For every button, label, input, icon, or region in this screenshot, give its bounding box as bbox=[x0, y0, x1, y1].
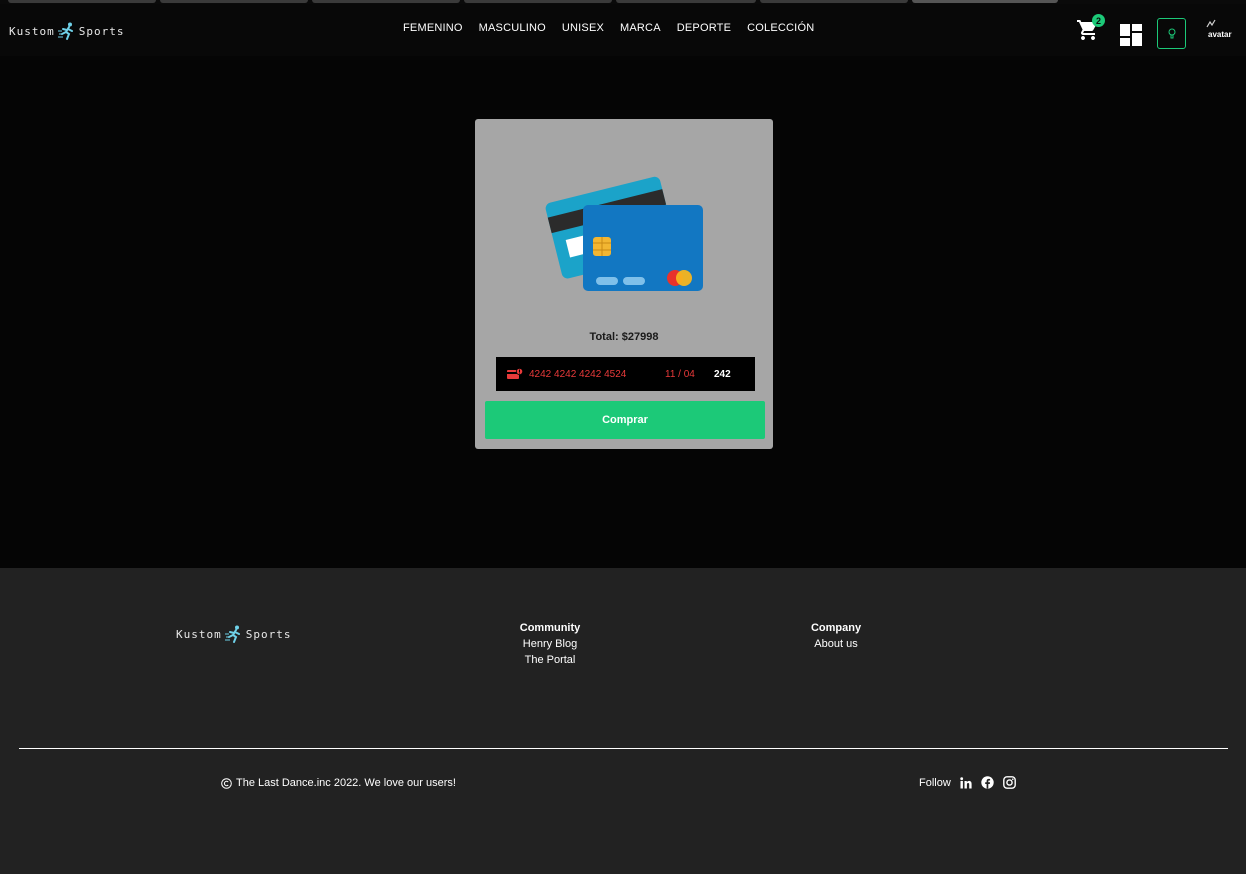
footer-community: Community Henry Blog The Portal bbox=[505, 622, 595, 668]
brand-name-left: Kustom bbox=[9, 24, 55, 38]
instagram-icon bbox=[1002, 776, 1016, 789]
copyright: The Last Dance.inc 2022. We love our use… bbox=[221, 777, 456, 789]
broken-image-icon bbox=[1206, 19, 1216, 28]
follow-section: Follow bbox=[919, 776, 1016, 789]
footer-divider bbox=[19, 748, 1228, 749]
card-expiry-input[interactable]: 11 / 04 bbox=[665, 369, 713, 380]
copyright-icon bbox=[221, 777, 232, 789]
order-total: Total: $27998 bbox=[589, 331, 659, 343]
linkedin-icon bbox=[960, 776, 972, 788]
card-error-icon bbox=[507, 368, 523, 379]
footer-link-henry-blog[interactable]: Henry Blog bbox=[505, 636, 595, 652]
facebook-icon bbox=[981, 776, 994, 789]
brand-logo[interactable]: Kustom Sports bbox=[9, 21, 125, 41]
nav-link-marca[interactable]: MARCA bbox=[620, 22, 661, 34]
buy-button[interactable]: Comprar bbox=[485, 401, 765, 439]
dashboard-button[interactable] bbox=[1120, 24, 1142, 46]
cart-button[interactable]: 2 bbox=[1076, 14, 1105, 44]
nav-link-deporte[interactable]: DEPORTE bbox=[677, 22, 731, 34]
navbar: Kustom Sports FEMENINO MASCULINO UNISEX … bbox=[0, 4, 1246, 56]
facebook-link[interactable] bbox=[981, 776, 994, 789]
user-avatar[interactable]: avatar bbox=[1204, 18, 1236, 42]
footer-link-about-us[interactable]: About us bbox=[795, 636, 877, 652]
linkedin-link[interactable] bbox=[960, 776, 972, 789]
card-number-input[interactable]: 4242 4242 4242 4524 bbox=[529, 369, 659, 380]
runner-icon bbox=[57, 22, 73, 40]
nav-link-femenino[interactable]: FEMENINO bbox=[403, 22, 463, 34]
main-nav: FEMENINO MASCULINO UNISEX MARCA DEPORTE … bbox=[403, 22, 814, 34]
theme-toggle-button[interactable] bbox=[1157, 18, 1186, 49]
nav-link-coleccion[interactable]: COLECCIÓN bbox=[747, 22, 814, 34]
nav-link-masculino[interactable]: MASCULINO bbox=[479, 22, 546, 34]
copyright-text: The Last Dance.inc 2022. We love our use… bbox=[236, 777, 456, 789]
nav-link-unisex[interactable]: UNISEX bbox=[562, 22, 604, 34]
footer-brand-name-left: Kustom bbox=[176, 627, 222, 641]
lightbulb-icon bbox=[1168, 28, 1175, 38]
cart-count-badge: 2 bbox=[1092, 14, 1105, 27]
dashboard-icon bbox=[1120, 24, 1142, 46]
brand-name-right: Sports bbox=[78, 24, 125, 38]
card-input-field[interactable]: 4242 4242 4242 4524 11 / 04 242 bbox=[496, 357, 755, 391]
instagram-link[interactable] bbox=[1002, 776, 1016, 789]
avatar-alt-text: avatar bbox=[1208, 30, 1232, 39]
company-heading: Company bbox=[810, 622, 862, 634]
credit-cards-illustration bbox=[545, 176, 703, 291]
footer: Kustom Sports Community Henry Blog The P… bbox=[0, 568, 1246, 874]
footer-company: Company About us bbox=[795, 622, 877, 652]
runner-icon bbox=[224, 625, 240, 643]
card-cvc-input[interactable]: 242 bbox=[714, 369, 731, 380]
footer-brand-logo[interactable]: Kustom Sports bbox=[176, 624, 292, 644]
footer-link-the-portal[interactable]: The Portal bbox=[505, 652, 595, 668]
community-heading: Community bbox=[519, 622, 581, 634]
follow-label: Follow bbox=[919, 776, 951, 789]
footer-brand-name-right: Sports bbox=[245, 627, 292, 641]
payment-card: Total: $27998 4242 4242 4242 4524 11 / 0… bbox=[475, 119, 773, 449]
